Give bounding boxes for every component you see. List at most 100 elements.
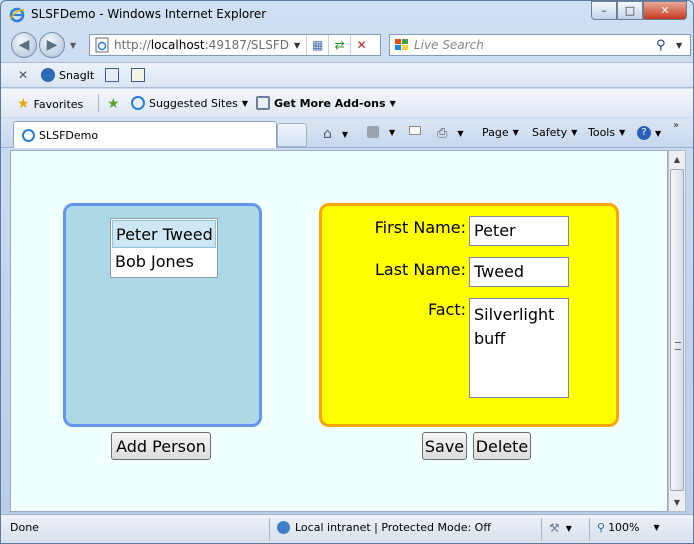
magnifier-icon: ⚲ [597,521,606,534]
search-icon[interactable]: ⚲ [656,38,676,53]
compatibility-icon: ▦ [311,38,324,52]
snagit-button[interactable]: SnagIt [59,69,94,82]
snagit-icon [41,68,55,82]
chevron-down-icon: ▼ [619,128,626,137]
arrow-left-icon: ◀ [18,37,30,53]
ie-page-icon [256,96,270,110]
maximize-button[interactable]: □ [617,1,643,20]
delete-button[interactable]: Delete [473,432,531,460]
tools-menu[interactable]: Tools ▼ [588,126,625,139]
chevron-down-icon: ▼ [341,129,349,139]
favorites-separator [98,94,99,112]
status-bar: Done Local intranet | Protected Mode: Of… [1,514,693,543]
page-menu[interactable]: Page ▼ [482,126,519,139]
favorites-label: Favorites [33,97,84,111]
last-name-field[interactable]: Tweed [469,257,569,287]
status-divider [589,518,590,540]
chevron-down-icon: ▼ [565,523,572,533]
suggested-sites-label: Suggested Sites [149,96,238,110]
search-input[interactable]: Live Search [414,38,656,52]
chevron-down-icon: ▼ [655,128,662,138]
chevron-down-icon: ▼ [457,129,464,138]
first-name-label: First Name: [374,218,466,237]
suggested-sites-button[interactable]: Suggested Sites ▼ [131,96,248,110]
security-zone-label: Local intranet | Protected Mode: Off [295,521,491,534]
refresh-button[interactable]: ⇄ [328,35,350,55]
new-tab-button[interactable] [277,123,307,147]
protected-mode-button[interactable]: ⚒ ▼ [549,521,572,535]
read-mail-button[interactable] [409,126,421,135]
page-content: Peter Tweed Bob Jones Add Person First N… [10,150,668,512]
feeds-button[interactable]: ▼ [367,126,395,138]
search-box[interactable]: Live Search ⚲ ▼ [389,34,691,56]
more-commands-icon[interactable]: » [673,120,679,131]
refresh-icon: ⇄ [334,38,345,52]
chevron-down-icon: ▼ [571,128,578,137]
navigation-bar: ◀ ▶ ▼ http://localhost:49187/SLSFDem ▼ ▦… [1,29,693,61]
add-star-icon: ★ [107,96,120,112]
window-controls: – □ ✕ [591,1,687,20]
zoom-control[interactable]: ⚲ 100% ▼ [597,521,660,534]
snagit-edit-icon[interactable] [131,68,145,82]
rss-icon [367,126,379,138]
status-divider [269,518,270,540]
save-button[interactable]: Save [422,432,467,460]
fact-textarea[interactable]: Silverlight buff [469,298,569,398]
close-toolbar-icon[interactable]: ✕ [18,68,28,82]
list-item[interactable]: Bob Jones [112,248,216,276]
page-menu-label: Page [482,126,509,139]
people-listbox[interactable]: Peter Tweed Bob Jones [110,218,218,278]
safety-menu[interactable]: Safety ▼ [532,126,577,139]
chevron-down-icon: ▼ [512,128,519,137]
snagit-toolbar: ✕ SnagIt [1,62,693,88]
history-dropdown-icon[interactable]: ▼ [70,41,76,50]
tools-menu-label: Tools [588,126,616,139]
ie-icon [131,96,145,110]
print-button[interactable]: ⎙ ▼ [437,126,464,141]
scroll-down-icon[interactable]: ▼ [669,494,685,511]
add-person-button[interactable]: Add Person [111,432,211,460]
first-name-field[interactable]: Peter [469,216,569,246]
close-button[interactable]: ✕ [643,1,687,20]
get-addons-button[interactable]: Get More Add-ons ▼ [256,96,396,110]
snagit-window-icon[interactable] [105,68,119,82]
address-bar[interactable]: http://localhost:49187/SLSFDem ▼ ▦ ⇄ ✕ [89,34,381,56]
home-button[interactable]: ⌂ ▼ [323,126,348,142]
url-text[interactable]: http://localhost:49187/SLSFDem [114,38,290,52]
browser-window: SLSFDemo - Windows Internet Explorer – □… [0,0,694,544]
shield-icon: ⚒ [549,521,560,535]
get-addons-label: Get More Add-ons [274,96,386,110]
security-zone[interactable]: Local intranet | Protected Mode: Off [277,521,491,534]
back-button[interactable]: ◀ [11,32,37,58]
address-dropdown-icon[interactable]: ▼ [294,41,300,50]
minimize-button[interactable]: – [591,1,617,20]
help-menu[interactable]: ? ▼ [637,126,661,140]
last-name-label: Last Name: [374,260,466,279]
fact-label: Fact: [428,300,466,319]
tab-title: SLSFDemo [39,128,99,142]
scroll-up-icon[interactable]: ▲ [669,151,685,168]
status-text: Done [10,521,39,534]
stop-icon: ✕ [356,38,367,52]
forward-button[interactable]: ▶ [39,32,65,58]
page-icon [95,37,109,53]
ie-tab-icon [22,128,35,142]
safety-menu-label: Safety [532,126,568,139]
compatibility-view-button[interactable]: ▦ [306,35,328,55]
printer-icon: ⎙ [437,126,448,141]
search-options-dropdown-icon[interactable]: ▼ [676,41,690,50]
stop-button[interactable]: ✕ [350,35,372,55]
star-icon: ★ [17,96,30,112]
add-favorite-icon[interactable]: ★ [107,96,124,112]
favorites-button[interactable]: ★ Favorites [17,96,83,112]
list-item[interactable]: Peter Tweed [112,220,216,248]
help-icon: ? [637,126,651,140]
url-prefix: http:// [114,38,151,52]
grip-icon [675,342,681,350]
tab-slsfdemo[interactable]: SLSFDemo [13,121,277,148]
window-title: SLSFDemo - Windows Internet Explorer [31,7,267,21]
arrow-right-icon: ▶ [46,37,58,53]
vertical-scrollbar[interactable]: ▲ ▼ [668,150,686,512]
scrollbar-thumb[interactable] [670,169,684,491]
tab-bar: SLSFDemo ⌂ ▼ ▼ ⎙ ▼ Page ▼ Safety ▼ Tools ▼ ? ▼… [1,118,693,148]
